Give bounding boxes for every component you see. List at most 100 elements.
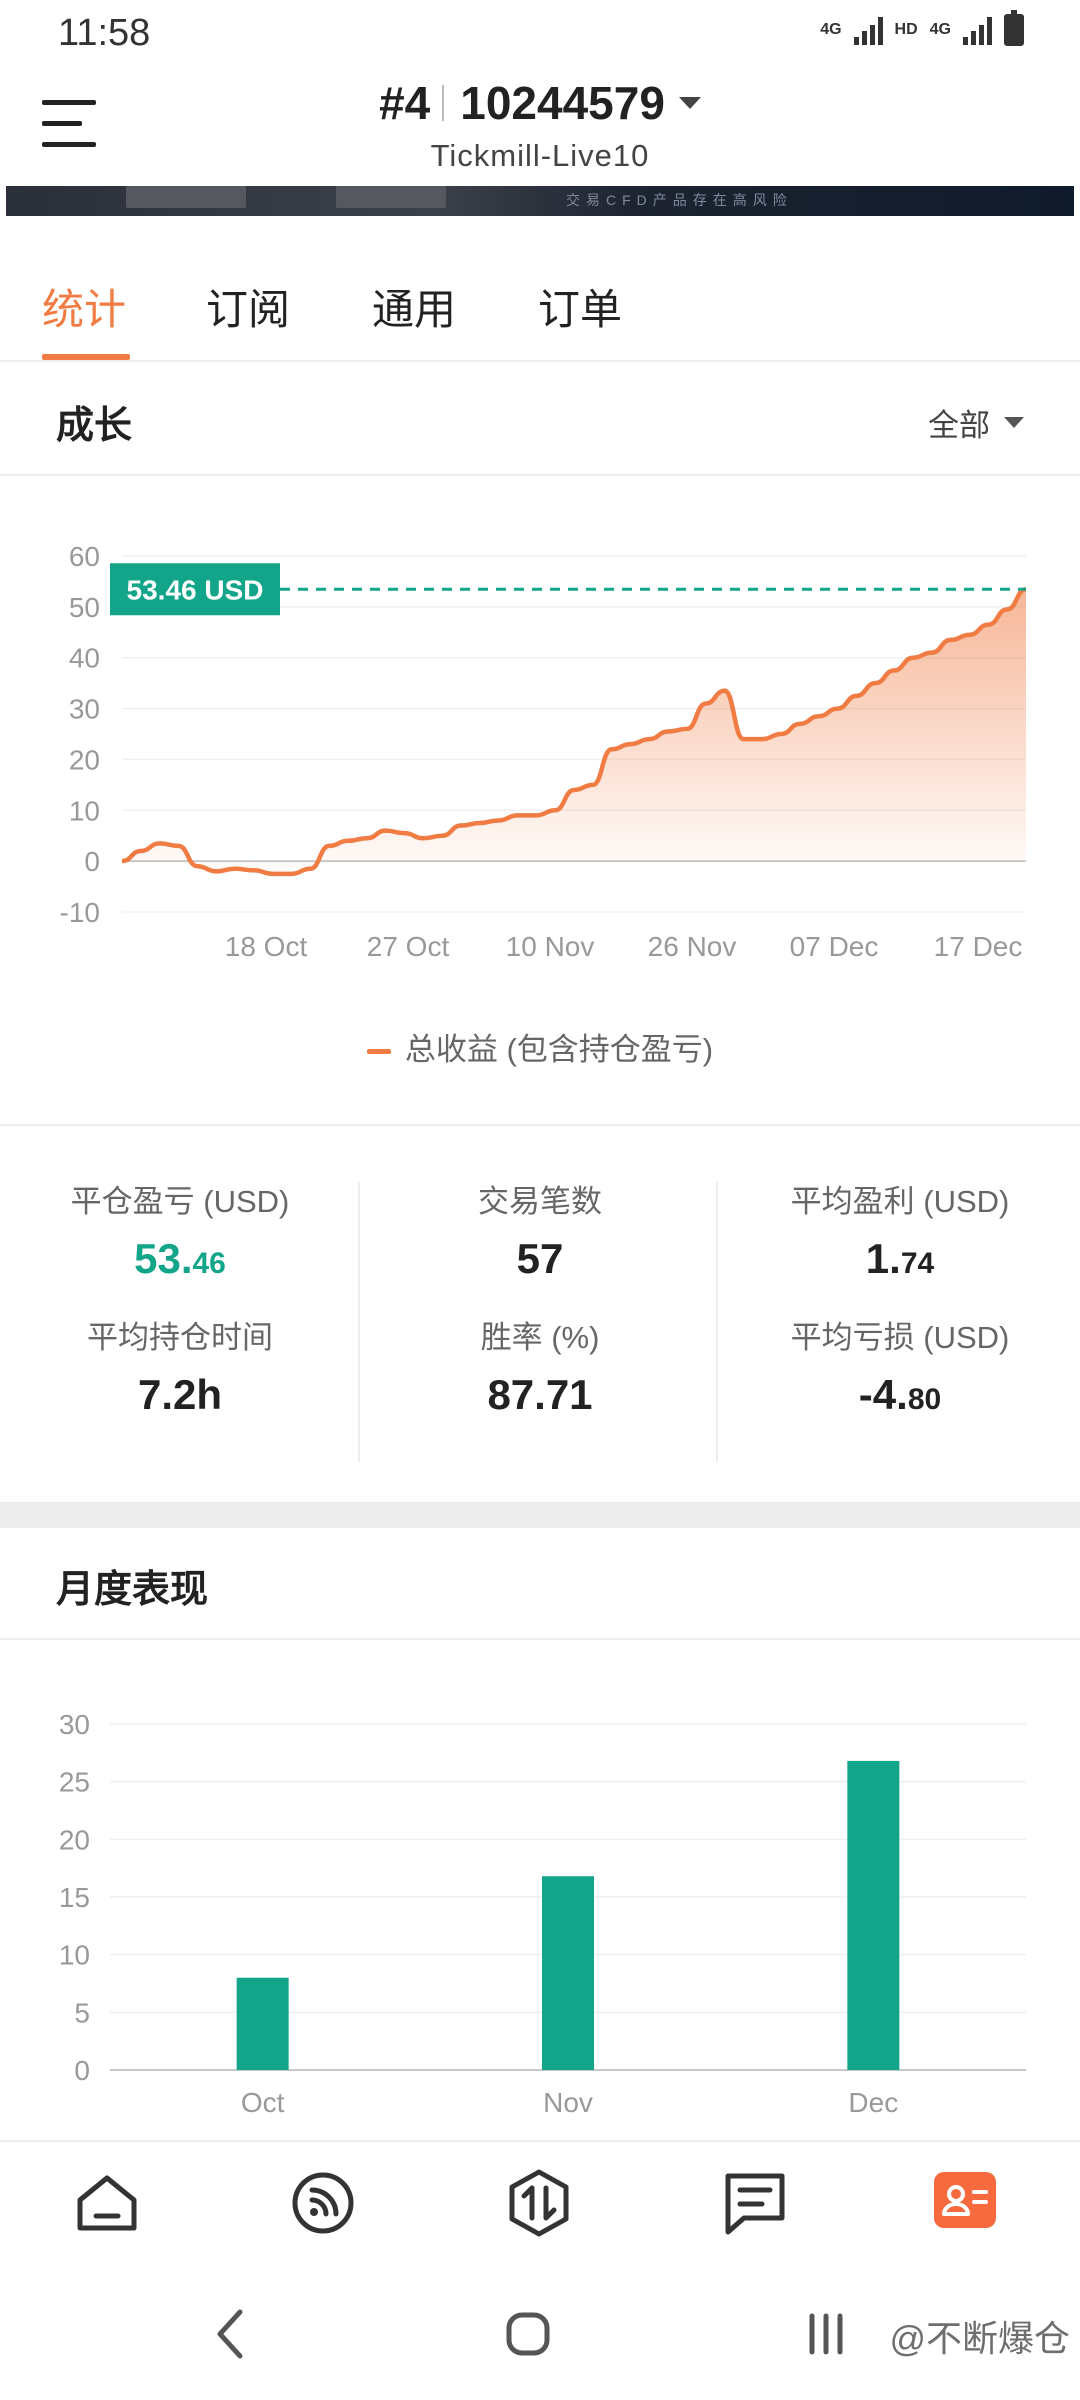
stat-value: 53.46	[134, 1235, 226, 1282]
battery-icon	[1004, 10, 1024, 46]
system-icons: 4G HD 4G	[820, 10, 1024, 46]
growth-legend: 总收益 (包含持仓盈亏)	[0, 1024, 1080, 1069]
y-tick-label: 10	[59, 1940, 90, 1971]
stat-value: 87.71	[487, 1371, 593, 1418]
y-tick-label: 50	[69, 592, 100, 623]
account-number: #4	[379, 77, 431, 129]
y-tick-label: 15	[59, 1882, 90, 1913]
stat-label: 平均亏损 (USD)	[790, 1320, 1010, 1355]
monthly-chart: 30 25 20 15 10 5 0 Oct Nov Dec	[59, 1709, 1026, 2118]
system-nav-bar: @不断爆仓	[0, 2266, 1080, 2400]
keyboard-image	[126, 186, 246, 208]
x-tick-label: 27 Oct	[367, 931, 450, 962]
nav-home[interactable]	[70, 2166, 144, 2240]
legend-swatch	[366, 1049, 391, 1055]
stat-label: 平均持仓时间	[87, 1320, 273, 1355]
y-tick-label: 25	[59, 1767, 90, 1798]
bottom-nav	[0, 2140, 1080, 2264]
stat-label: 平仓盈亏 (USD)	[70, 1184, 290, 1219]
stat-win-rate: 胜率 (%) 87.71	[390, 1312, 690, 1419]
series-area	[122, 589, 1026, 874]
chevron-down-icon	[1004, 417, 1024, 428]
home-circle-icon[interactable]	[504, 2310, 552, 2358]
stat-label: 交易笔数	[478, 1184, 602, 1219]
stat-divider	[358, 1182, 360, 1462]
signal-icon-2	[963, 15, 992, 45]
x-tick-label: Nov	[543, 2087, 593, 2118]
stat-divider	[716, 1182, 718, 1462]
bar	[236, 1977, 289, 2070]
x-tick-label: 07 Dec	[790, 931, 879, 962]
y-tick-label: 0	[74, 2055, 90, 2086]
profile-card-icon	[942, 2185, 988, 2216]
legend-label: 总收益 (包含持仓盈亏)	[404, 1032, 714, 1067]
chevron-down-icon	[678, 97, 701, 109]
watermark: @不断爆仓	[889, 2318, 1070, 2359]
active-tab-indicator	[42, 354, 130, 360]
stats-panel: 平仓盈亏 (USD) 53.46 交易笔数 57 平均盈利 (USD) 1.74…	[0, 1124, 1080, 1504]
y-tick-label: 30	[59, 1709, 90, 1740]
period-filter[interactable]: 全部	[928, 400, 1024, 445]
x-tick-label: Dec	[848, 2087, 898, 2118]
recents-icon[interactable]	[806, 2310, 846, 2358]
nav-trade[interactable]	[502, 2166, 576, 2240]
risk-disclaimer: 交易CFD产品存在高风险	[566, 192, 793, 208]
signal-icon	[853, 15, 883, 45]
stat-value: 1.74	[865, 1235, 935, 1282]
home-icon	[77, 2175, 137, 2231]
trade-icon	[509, 2169, 569, 2237]
stat-label: 胜率 (%)	[480, 1320, 600, 1355]
server-name: Tickmill-Live10	[430, 138, 650, 173]
y-tick-label: 60	[69, 541, 100, 572]
account-id: 10244579	[460, 77, 665, 129]
x-tick-label: 10 Nov	[506, 931, 595, 962]
back-icon[interactable]	[210, 2306, 250, 2362]
network-type-3: 4G	[929, 21, 951, 38]
tab-orders[interactable]: 订单	[538, 276, 622, 337]
x-tick-label: 18 Oct	[225, 931, 308, 962]
y-tick-label: 20	[59, 1824, 90, 1855]
nav-feed[interactable]	[286, 2166, 360, 2240]
account-selector[interactable]: #4 10244579 Tickmill-Live10	[0, 76, 1080, 174]
section-divider	[0, 1502, 1080, 1528]
app-header: #4 10244579 Tickmill-Live10	[0, 66, 1080, 186]
keyboard-image	[336, 186, 446, 208]
stat-trades: 交易笔数 57	[390, 1176, 690, 1283]
stat-value: 57	[516, 1235, 564, 1282]
tab-bar: 统计 订阅 通用 订单	[0, 256, 1080, 362]
nav-messages[interactable]	[718, 2166, 792, 2240]
y-tick-label: 10	[69, 795, 100, 826]
tab-statistics[interactable]: 统计	[42, 276, 126, 337]
tab-subscribe[interactable]: 订阅	[206, 276, 290, 337]
status-bar: 11:58 4G HD 4G	[0, 0, 1080, 66]
stat-avg-hold: 平均持仓时间 7.2h	[30, 1312, 330, 1419]
status-time: 11:58	[58, 12, 151, 54]
stat-closed-pl: 平仓盈亏 (USD) 53.46	[30, 1176, 330, 1283]
y-tick-label: 40	[69, 643, 100, 674]
message-icon	[725, 2173, 785, 2235]
bar	[847, 1760, 900, 2070]
growth-title: 成长	[56, 405, 133, 447]
x-tick-label: Oct	[241, 2087, 285, 2118]
bar	[542, 1876, 594, 2070]
tab-general[interactable]: 通用	[372, 276, 456, 337]
nav-profile[interactable]	[934, 2172, 996, 2228]
y-tick-label: -10	[60, 897, 100, 928]
current-value-label: 53.46 USD	[127, 574, 264, 605]
stat-value: 7.2h	[137, 1371, 223, 1418]
stat-avg-profit: 平均盈利 (USD) 1.74	[750, 1176, 1050, 1283]
broadcast-icon	[292, 2172, 354, 2234]
y-tick-label: 30	[69, 694, 100, 725]
network-type-1: 4G	[820, 21, 842, 38]
growth-chart: 60 50 40 30 20 10 0 -10 18 Oct 27 Oct 10 Nov 26 Nov…	[60, 541, 1027, 962]
x-tick-label: 26 Nov	[648, 931, 737, 962]
y-tick-label: 0	[84, 846, 100, 877]
promo-banner[interactable]: 交易CFD产品存在高风险	[6, 186, 1074, 216]
stat-label: 平均盈利 (USD)	[790, 1184, 1010, 1219]
monthly-section-header: 月度表现	[0, 1528, 1080, 1640]
y-tick-label: 5	[74, 1997, 90, 2028]
network-type-2: HD	[894, 21, 918, 38]
stat-avg-loss: 平均亏损 (USD) -4.80	[750, 1312, 1050, 1419]
stat-value: -4.80	[858, 1371, 942, 1418]
monthly-title: 月度表现	[56, 1569, 209, 1611]
